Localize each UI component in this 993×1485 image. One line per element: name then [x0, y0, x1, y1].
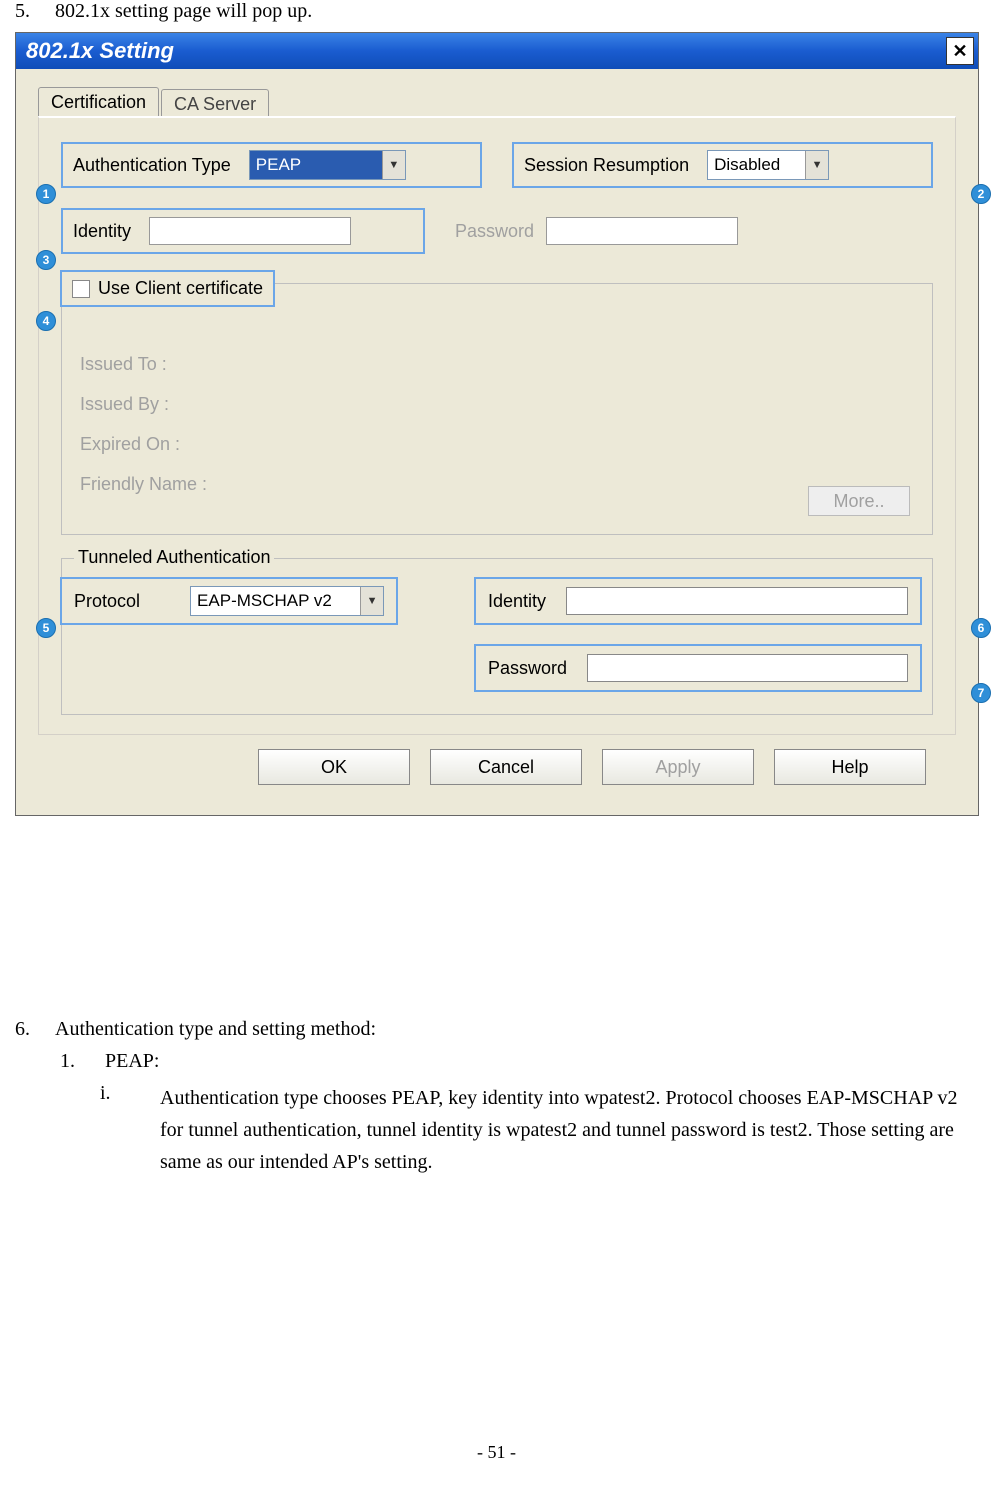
- tunnel-auth-fieldset: Tunneled Authentication Protocol EAP-MSC…: [61, 558, 933, 715]
- callout-4: 4: [36, 311, 56, 331]
- titlebar: 802.1x Setting ✕: [16, 33, 978, 69]
- protocol-value: EAP-MSCHAP v2: [191, 587, 360, 615]
- sub-1: 1. PEAP:: [60, 1050, 159, 1073]
- help-button[interactable]: Help: [774, 749, 926, 785]
- sub-i-num: i.: [100, 1082, 160, 1178]
- close-icon: ✕: [952, 42, 967, 60]
- session-box: Session Resumption Disabled ▼: [512, 142, 933, 188]
- sub-1-text: PEAP:: [105, 1050, 159, 1073]
- identity-input[interactable]: [149, 217, 351, 245]
- tab-certification[interactable]: Certification: [38, 87, 159, 117]
- auth-type-label: Authentication Type: [73, 155, 231, 176]
- tunnel-identity-box: Identity: [474, 577, 922, 625]
- row-identity: Identity Password: [61, 208, 738, 254]
- client-cert-fieldset: Use Client certificate Issued To : Issue…: [61, 283, 933, 535]
- password-group: Password: [455, 217, 738, 245]
- chevron-down-icon: ▼: [360, 587, 383, 615]
- step-5: 5. 802.1x setting page will pop up.: [15, 0, 312, 23]
- step-6-text: Authentication type and setting method:: [55, 1018, 376, 1041]
- sub-i: i. Authentication type chooses PEAP, key…: [100, 1082, 970, 1178]
- use-client-cert-box[interactable]: Use Client certificate: [60, 270, 275, 307]
- callout-1: 1: [36, 184, 56, 204]
- dialog-8021x: 802.1x Setting ✕ Certification CA Server…: [15, 32, 979, 816]
- callout-5: 5: [36, 618, 56, 638]
- close-button[interactable]: ✕: [946, 37, 974, 65]
- issued-by-label: Issued By :: [80, 384, 207, 424]
- cancel-button[interactable]: Cancel: [430, 749, 582, 785]
- session-label: Session Resumption: [524, 155, 689, 176]
- more-button[interactable]: More..: [808, 486, 910, 516]
- tunnel-password-box: Password: [474, 644, 922, 692]
- callout-3: 3: [36, 250, 56, 270]
- auth-type-box: Authentication Type PEAP ▼: [61, 142, 482, 188]
- protocol-box: Protocol EAP-MSCHAP v2 ▼: [60, 577, 398, 625]
- use-client-cert-checkbox[interactable]: [72, 280, 90, 298]
- callout-7: 7: [971, 683, 991, 703]
- chevron-down-icon: ▼: [382, 151, 405, 179]
- apply-button[interactable]: Apply: [602, 749, 754, 785]
- identity-box: Identity: [61, 208, 425, 254]
- tunnel-identity-label: Identity: [488, 591, 546, 612]
- step-5-num: 5.: [15, 0, 55, 23]
- tunnel-password-input[interactable]: [587, 654, 908, 682]
- chevron-down-icon: ▼: [805, 151, 828, 179]
- tunnel-legend: Tunneled Authentication: [74, 547, 274, 568]
- ok-button[interactable]: OK: [258, 749, 410, 785]
- page-number: - 51 -: [0, 1442, 993, 1463]
- step-5-text: 802.1x setting page will pop up.: [55, 0, 312, 23]
- tunnel-identity-input[interactable]: [566, 587, 908, 615]
- button-row: OK Cancel Apply Help: [38, 735, 956, 803]
- password-label: Password: [455, 221, 534, 242]
- use-client-cert-label: Use Client certificate: [98, 278, 263, 299]
- session-select[interactable]: Disabled ▼: [707, 150, 829, 180]
- auth-type-value: PEAP: [250, 151, 382, 179]
- tab-ca-server[interactable]: CA Server: [161, 89, 269, 119]
- identity-label: Identity: [73, 221, 131, 242]
- auth-type-select[interactable]: PEAP ▼: [249, 150, 406, 180]
- window-title: 802.1x Setting: [26, 38, 174, 64]
- sub-i-text: Authentication type chooses PEAP, key id…: [160, 1082, 970, 1178]
- tabs: Certification CA Server: [38, 87, 956, 117]
- step-6-num: 6.: [15, 1018, 55, 1041]
- issued-to-label: Issued To :: [80, 344, 207, 384]
- step-6: 6. Authentication type and setting metho…: [15, 1018, 376, 1041]
- dialog-body: Certification CA Server Authentication T…: [16, 69, 978, 815]
- friendly-name-label: Friendly Name :: [80, 464, 207, 504]
- protocol-label: Protocol: [74, 591, 140, 612]
- password-input[interactable]: [546, 217, 738, 245]
- callout-6: 6: [971, 618, 991, 638]
- callout-2: 2: [971, 184, 991, 204]
- expired-on-label: Expired On :: [80, 424, 207, 464]
- protocol-select[interactable]: EAP-MSCHAP v2 ▼: [190, 586, 384, 616]
- row-auth-session: Authentication Type PEAP ▼ Session Resum…: [61, 142, 933, 188]
- tab-panel: Authentication Type PEAP ▼ Session Resum…: [38, 116, 956, 735]
- tunnel-password-label: Password: [488, 658, 567, 679]
- cert-info: Issued To : Issued By : Expired On : Fri…: [80, 344, 207, 504]
- session-value: Disabled: [708, 151, 805, 179]
- sub-1-num: 1.: [60, 1050, 105, 1073]
